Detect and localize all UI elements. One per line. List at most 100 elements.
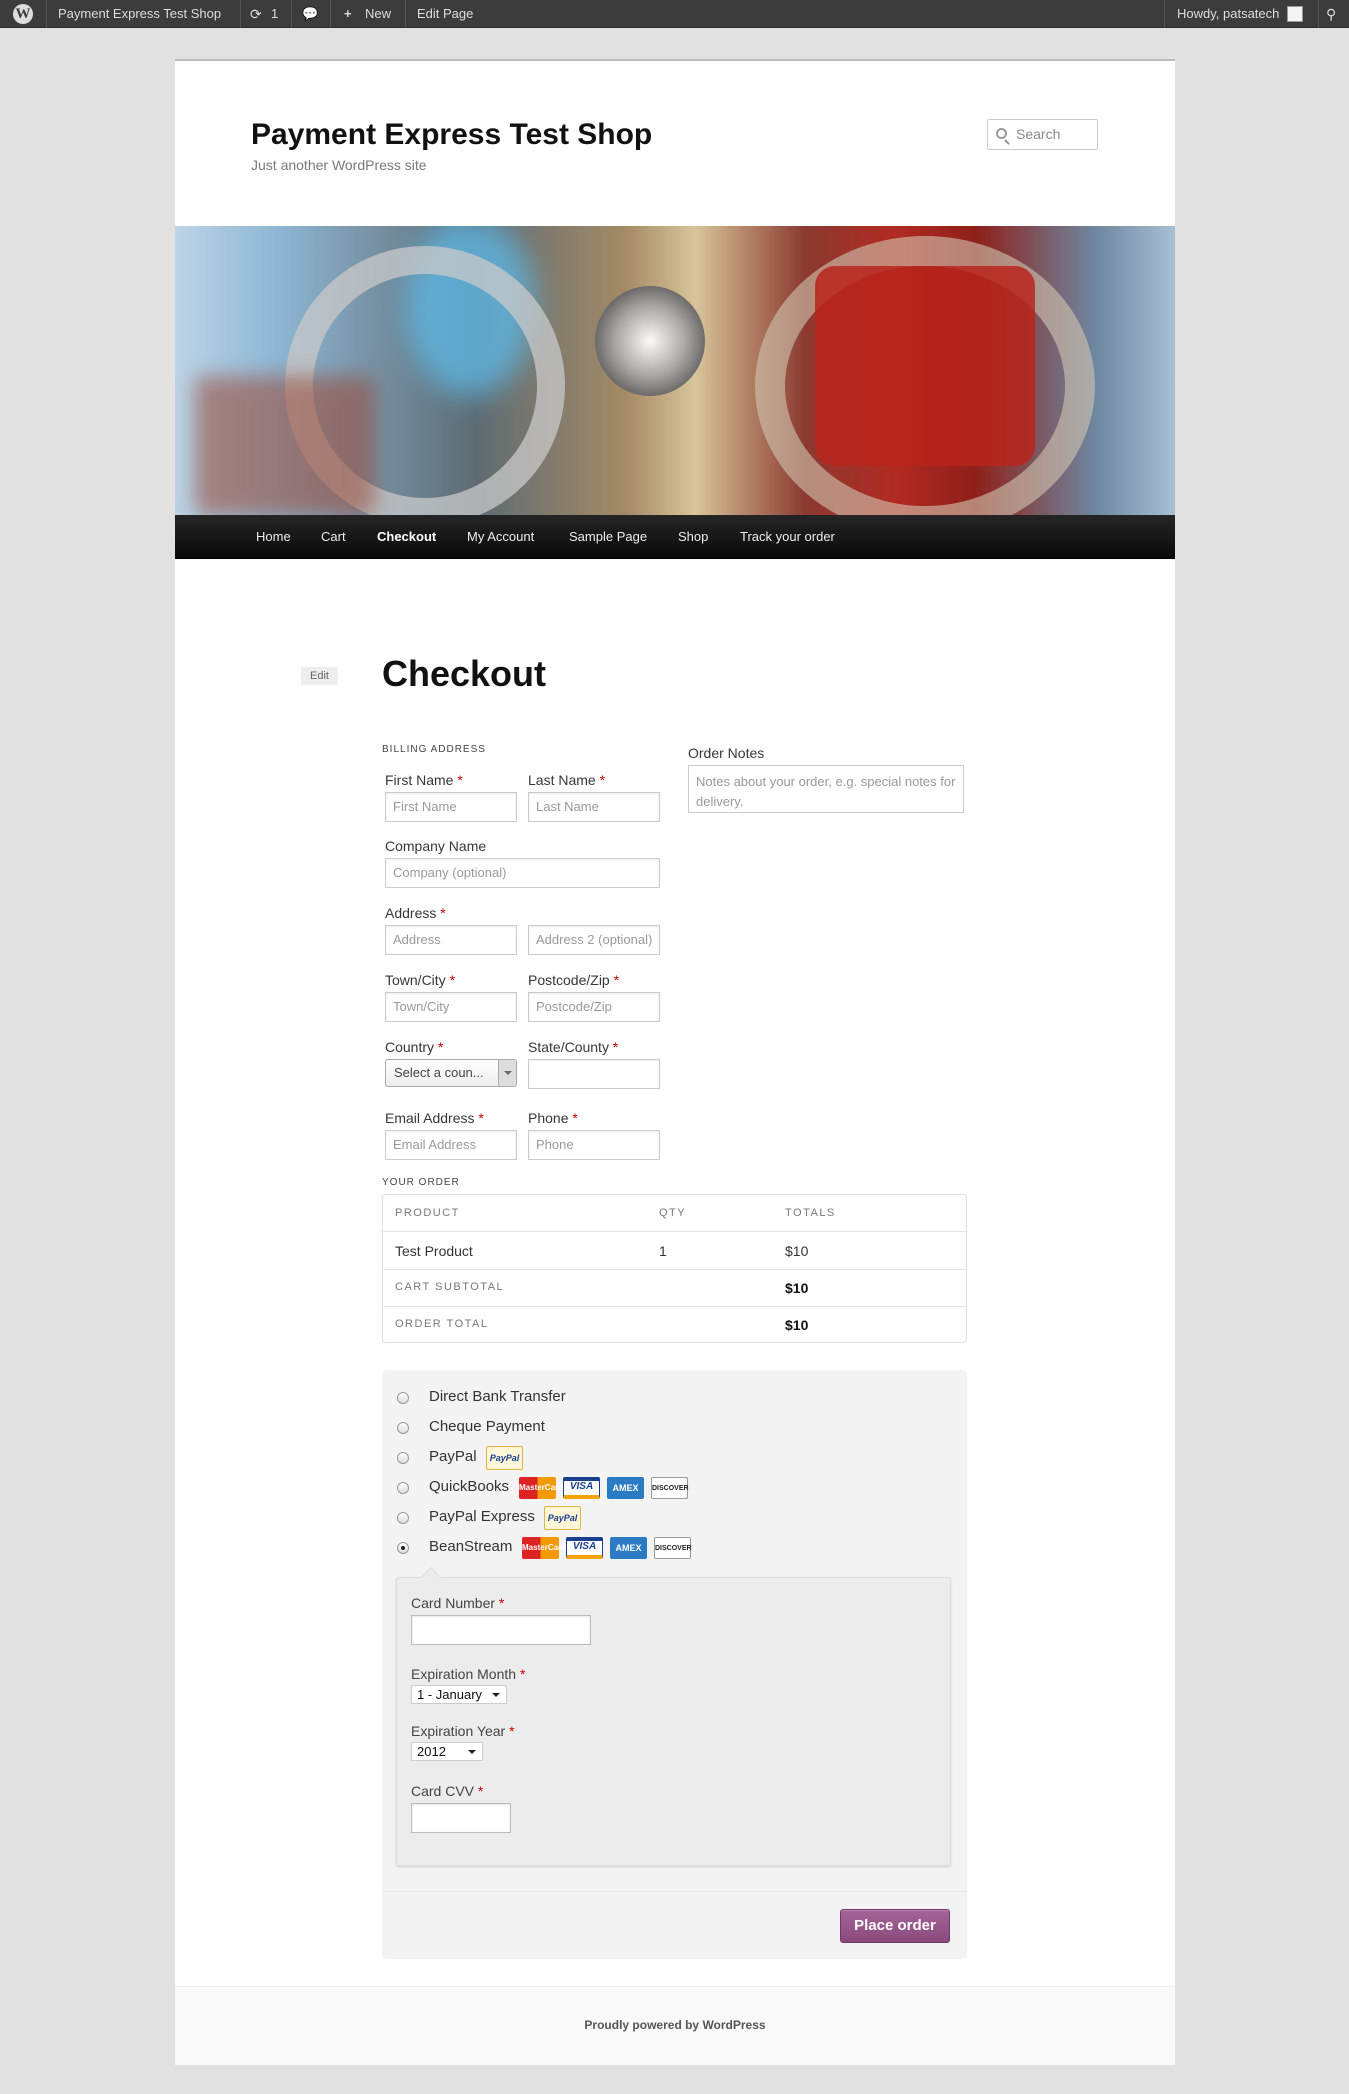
radio-button[interactable] <box>397 1482 409 1494</box>
order-table: PRODUCT QTY TOTALS Test Product 1 $10 CA… <box>382 1194 967 1343</box>
email-field[interactable]: Email Address <box>385 1130 517 1160</box>
divider <box>330 0 331 28</box>
place-order-button[interactable]: Place order <box>840 1909 950 1943</box>
expiration-month-label: Expiration Month * <box>411 1666 526 1682</box>
card-cvv-field[interactable] <box>411 1803 511 1833</box>
discover-icon: DISCOVER <box>654 1537 692 1559</box>
nav-item-cart[interactable]: Cart <box>321 515 346 559</box>
admin-new-link[interactable]: New <box>365 0 391 28</box>
place-order-area: Place order <box>382 1891 967 1959</box>
footer-credit-link[interactable]: Proudly powered by WordPress <box>175 2018 1175 2032</box>
admin-search-icon[interactable]: ⚲ <box>1326 0 1336 28</box>
nav-item-shop[interactable]: Shop <box>678 515 708 559</box>
admin-site-name-link[interactable]: Payment Express Test Shop <box>58 0 221 28</box>
page-title: Checkout <box>382 653 547 694</box>
address-field[interactable]: Address <box>385 925 517 955</box>
radio-button[interactable] <box>397 1512 409 1524</box>
card-cvv-label: Card CVV * <box>411 1783 484 1799</box>
avatar[interactable] <box>1287 6 1303 22</box>
country-select[interactable]: Select a coun... <box>385 1059 517 1087</box>
city-label: Town/City * <box>385 972 456 988</box>
state-field[interactable] <box>528 1059 660 1089</box>
plus-icon[interactable]: + <box>344 0 352 28</box>
divider <box>1164 0 1165 28</box>
expiration-month-select[interactable]: 1 - January <box>411 1685 507 1704</box>
divider <box>291 0 292 28</box>
product-qty: 1 <box>659 1243 667 1259</box>
site-title[interactable]: Payment Express Test Shop <box>251 118 652 152</box>
admin-howdy-link[interactable]: Howdy, patsatech <box>1177 0 1279 28</box>
column-header-totals: TOTALS <box>785 1207 836 1219</box>
address-2-field[interactable]: Address 2 (optional) <box>528 925 660 955</box>
state-label: State/County * <box>528 1039 619 1055</box>
your-order-heading: YOUR ORDER <box>382 1177 460 1188</box>
divider <box>405 0 406 28</box>
nav-item-checkout[interactable]: Checkout <box>377 515 436 559</box>
nav-item-my-account[interactable]: My Account <box>467 515 534 559</box>
email-label: Email Address * <box>385 1110 484 1126</box>
visa-icon: VISA <box>566 1537 603 1559</box>
amex-icon: AMEX <box>610 1537 647 1559</box>
payment-method-label[interactable]: QuickBooks <box>429 1478 509 1495</box>
cart-subtotal-label: CART SUBTOTAL <box>395 1281 505 1293</box>
company-label: Company Name <box>385 838 487 854</box>
address-label: Address * <box>385 905 446 921</box>
beanstream-card-form: Card Number * Expiration Month * 1 - Jan… <box>396 1567 951 1866</box>
payment-methods: Direct Bank Transfer Cheque Payment PayP… <box>382 1370 967 1959</box>
last-name-label: Last Name * <box>528 772 606 788</box>
discover-icon: DISCOVER <box>651 1477 689 1499</box>
amex-icon: AMEX <box>607 1477 644 1499</box>
postcode-field[interactable]: Postcode/Zip <box>528 992 660 1022</box>
wordpress-logo-icon[interactable]: W <box>13 4 33 24</box>
company-field[interactable]: Company (optional) <box>385 858 660 888</box>
radio-button[interactable] <box>397 1392 409 1404</box>
comments-icon[interactable]: 💬 <box>302 0 318 28</box>
card-number-field[interactable] <box>411 1615 591 1645</box>
chevron-down-icon <box>498 1060 516 1086</box>
payment-method-label[interactable]: PayPal Express <box>429 1508 535 1525</box>
header-image[interactable] <box>175 226 1175 515</box>
payment-method-label[interactable]: BeanStream <box>429 1538 512 1555</box>
first-name-field[interactable]: First Name <box>385 792 517 822</box>
visa-icon: VISA <box>563 1477 600 1499</box>
last-name-field[interactable]: Last Name <box>528 792 660 822</box>
admin-bar: W Payment Express Test Shop ⟳ 1 💬 + New … <box>0 0 1349 28</box>
search-placeholder: Search <box>1016 126 1061 142</box>
nav-item-home[interactable]: Home <box>256 515 291 559</box>
order-notes-field[interactable]: Notes about your order, e.g. special not… <box>688 765 964 813</box>
search-input[interactable]: Search <box>987 119 1098 150</box>
page-container: Payment Express Test Shop Just another W… <box>175 59 1175 2065</box>
expiration-year-select[interactable]: 2012 <box>411 1742 483 1761</box>
payment-method-label[interactable]: Cheque Payment <box>429 1418 545 1435</box>
divider <box>1318 0 1319 28</box>
updates-count[interactable]: 1 <box>271 0 278 28</box>
radio-button[interactable] <box>397 1452 409 1464</box>
order-total-value: $10 <box>785 1317 809 1333</box>
admin-edit-page-link[interactable]: Edit Page <box>417 0 473 28</box>
column-header-product: PRODUCT <box>395 1207 460 1219</box>
order-total-label: ORDER TOTAL <box>395 1318 489 1330</box>
cart-subtotal-value: $10 <box>785 1280 809 1296</box>
order-notes-label: Order Notes <box>688 745 765 761</box>
payment-method-label[interactable]: PayPal <box>429 1448 477 1465</box>
nav-item-track-order[interactable]: Track your order <box>740 515 835 559</box>
mastercard-icon: MasterCard <box>519 1477 563 1499</box>
table-row: ORDER TOTAL $10 <box>383 1306 966 1342</box>
site-footer: Proudly powered by WordPress <box>175 1986 1175 2065</box>
table-row: CART SUBTOTAL $10 <box>383 1269 966 1306</box>
phone-field[interactable]: Phone <box>528 1130 660 1160</box>
first-name-label: First Name * <box>385 772 463 788</box>
edit-page-button[interactable]: Edit <box>301 667 338 685</box>
postcode-label: Postcode/Zip * <box>528 972 620 988</box>
paypal-icon: PayPal <box>544 1506 581 1530</box>
radio-button-selected[interactable] <box>397 1542 409 1554</box>
updates-icon[interactable]: ⟳ <box>250 0 262 28</box>
divider <box>240 0 241 28</box>
nav-item-sample-page[interactable]: Sample Page <box>569 515 647 559</box>
city-field[interactable]: Town/City <box>385 992 517 1022</box>
expiration-year-label: Expiration Year * <box>411 1723 515 1739</box>
payment-method-label[interactable]: Direct Bank Transfer <box>429 1388 566 1405</box>
paypal-icon: PayPal <box>486 1446 523 1470</box>
billing-heading: BILLING ADDRESS <box>382 744 486 755</box>
radio-button[interactable] <box>397 1422 409 1434</box>
